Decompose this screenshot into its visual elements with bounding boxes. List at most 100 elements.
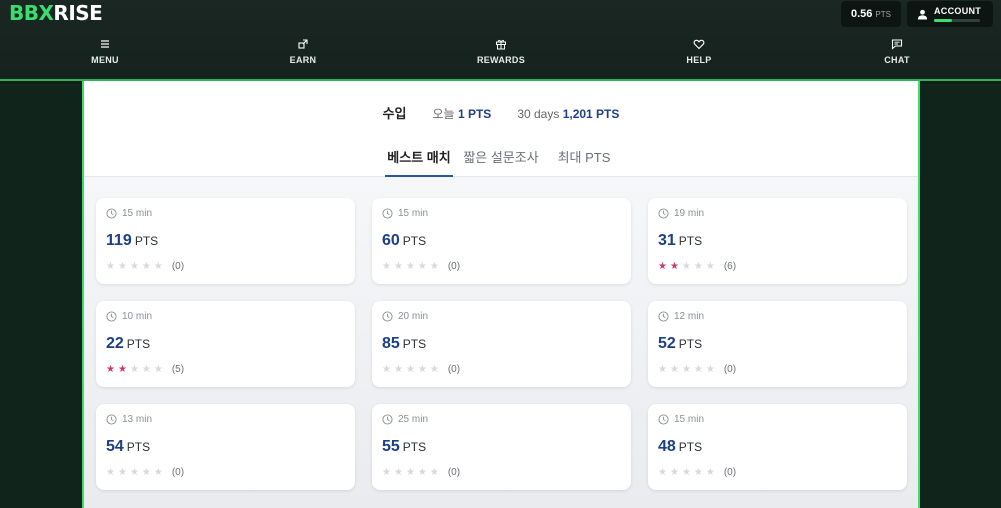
duration-text: 10 min: [122, 311, 153, 322]
star-icon: ★: [129, 363, 139, 375]
survey-card[interactable]: 15 min 60 PTS ★ ★ ★ ★ ★ (0): [372, 198, 631, 284]
duration-text: 13 min: [122, 414, 153, 425]
star-icon: ★: [417, 466, 427, 478]
star-icon: ★: [106, 363, 115, 375]
reward-unit: PTS: [126, 440, 151, 454]
star-icon: ★: [153, 363, 163, 375]
survey-reward: 31 PTS: [658, 232, 702, 250]
clock-icon: [106, 311, 117, 322]
reward-points: 85: [382, 335, 400, 352]
clock-icon: [658, 414, 669, 425]
tab-max-pts[interactable]: 최대 PTS: [556, 145, 612, 177]
star-icon: ★: [393, 260, 403, 272]
reward-points: 52: [658, 335, 676, 352]
nav-label: EARN: [289, 55, 317, 65]
survey-grid: 15 min 119 PTS ★ ★ ★ ★ ★ (0) 15 min 60 PTS ★ ★ ★ ★ ★ (0) 1…: [84, 177, 918, 508]
survey-card[interactable]: 13 min 54 PTS ★ ★ ★ ★ ★ (0): [96, 404, 355, 490]
survey-duration: 15 min: [106, 208, 152, 219]
survey-card[interactable]: 19 min 31 PTS ★ ★ ★ ★ ★ (6): [648, 198, 907, 284]
clock-icon: [658, 208, 669, 219]
help-icon: [693, 39, 705, 50]
nav-item-menu[interactable]: MENU: [50, 38, 160, 65]
earn-icon: [298, 39, 308, 49]
user-icon: [917, 9, 928, 20]
reward-unit: PTS: [678, 234, 703, 248]
duration-text: 15 min: [122, 208, 153, 219]
earn-panel: 수입 오늘 1 PTS 30 days 1,201 PTS 베스트 매치 짧은 …: [82, 81, 920, 508]
star-icon: ★: [693, 260, 703, 272]
star-icon: ★: [669, 260, 679, 272]
gift-icon: [496, 39, 506, 50]
star-icon: ★: [681, 466, 691, 478]
survey-reward: 119 PTS: [106, 232, 158, 250]
rating-count: (5): [171, 364, 185, 375]
survey-card[interactable]: 15 min 119 PTS ★ ★ ★ ★ ★ (0): [96, 198, 355, 284]
site-logo[interactable]: BBXRISE: [9, 1, 103, 25]
star-icon: ★: [382, 466, 391, 478]
duration-text: 25 min: [398, 414, 429, 425]
reward-points: 48: [658, 438, 676, 455]
star-icon: ★: [393, 466, 403, 478]
star-icon: ★: [669, 363, 679, 375]
reward-unit: PTS: [134, 234, 159, 248]
duration-text: 20 min: [398, 311, 429, 322]
survey-reward: 22 PTS: [106, 335, 150, 353]
reward-unit: PTS: [126, 337, 151, 351]
points-balance[interactable]: 0.56 PTS: [841, 1, 901, 27]
survey-card[interactable]: 25 min 55 PTS ★ ★ ★ ★ ★ (0): [372, 404, 631, 490]
clock-icon: [106, 414, 117, 425]
survey-duration: 25 min: [382, 414, 428, 425]
survey-reward: 48 PTS: [658, 438, 702, 456]
star-icon: ★: [405, 466, 415, 478]
star-icon: ★: [141, 363, 151, 375]
reward-points: 54: [106, 438, 124, 455]
clock-icon: [382, 311, 393, 322]
star-icon: ★: [129, 466, 139, 478]
survey-duration: 19 min: [658, 208, 704, 219]
menu-icon: [101, 40, 109, 48]
survey-card[interactable]: 15 min 48 PTS ★ ★ ★ ★ ★ (0): [648, 404, 907, 490]
logo-part1: BBX: [9, 1, 54, 25]
logo-part2: RISE: [53, 1, 103, 25]
today-value: 1 PTS: [457, 107, 492, 121]
rating-count: (0): [723, 467, 737, 478]
survey-duration: 15 min: [658, 414, 704, 425]
star-icon: ★: [693, 466, 703, 478]
star-icon: ★: [705, 363, 715, 375]
survey-rating: ★ ★ ★ ★ ★ (0): [658, 467, 736, 478]
rating-count: (0): [447, 261, 461, 272]
rating-count: (6): [723, 261, 737, 272]
survey-rating: ★ ★ ★ ★ ★ (0): [382, 467, 460, 478]
reward-points: 119: [106, 232, 132, 249]
reward-unit: PTS: [402, 234, 427, 248]
survey-duration: 10 min: [106, 311, 152, 322]
star-icon: ★: [658, 260, 667, 272]
survey-card[interactable]: 12 min 52 PTS ★ ★ ★ ★ ★ (0): [648, 301, 907, 387]
star-icon: ★: [106, 260, 115, 272]
today-label: 오늘: [432, 107, 455, 121]
nav-item-help[interactable]: HELP: [644, 38, 754, 65]
survey-rating: ★ ★ ★ ★ ★ (0): [106, 261, 184, 272]
account-button[interactable]: ACCOUNT: [907, 1, 993, 27]
main-nav: MENU EARN REWARDS HELP CHAT: [0, 38, 1001, 70]
nav-item-rewards[interactable]: REWARDS: [446, 38, 556, 65]
survey-card[interactable]: 20 min 85 PTS ★ ★ ★ ★ ★ (0): [372, 301, 631, 387]
survey-card[interactable]: 10 min 22 PTS ★ ★ ★ ★ ★ (5): [96, 301, 355, 387]
reward-points: 31: [658, 232, 676, 249]
nav-item-chat[interactable]: CHAT: [842, 38, 952, 65]
star-icon: ★: [405, 363, 415, 375]
tab-short-surveys[interactable]: 짧은 설문조사: [463, 145, 539, 177]
survey-reward: 60 PTS: [382, 232, 426, 250]
rating-count: (0): [171, 261, 185, 272]
duration-text: 12 min: [674, 311, 705, 322]
star-icon: ★: [417, 363, 427, 375]
reward-points: 22: [106, 335, 124, 352]
reward-points: 60: [382, 232, 400, 249]
star-icon: ★: [681, 363, 691, 375]
clock-icon: [658, 311, 669, 322]
nav-item-earn[interactable]: EARN: [248, 38, 358, 65]
earnings-period: 30 days 1,201 PTS: [517, 107, 619, 121]
account-progress-bar: [934, 19, 980, 22]
reward-points: 55: [382, 438, 400, 455]
tab-best-match[interactable]: 베스트 매치: [385, 145, 453, 177]
